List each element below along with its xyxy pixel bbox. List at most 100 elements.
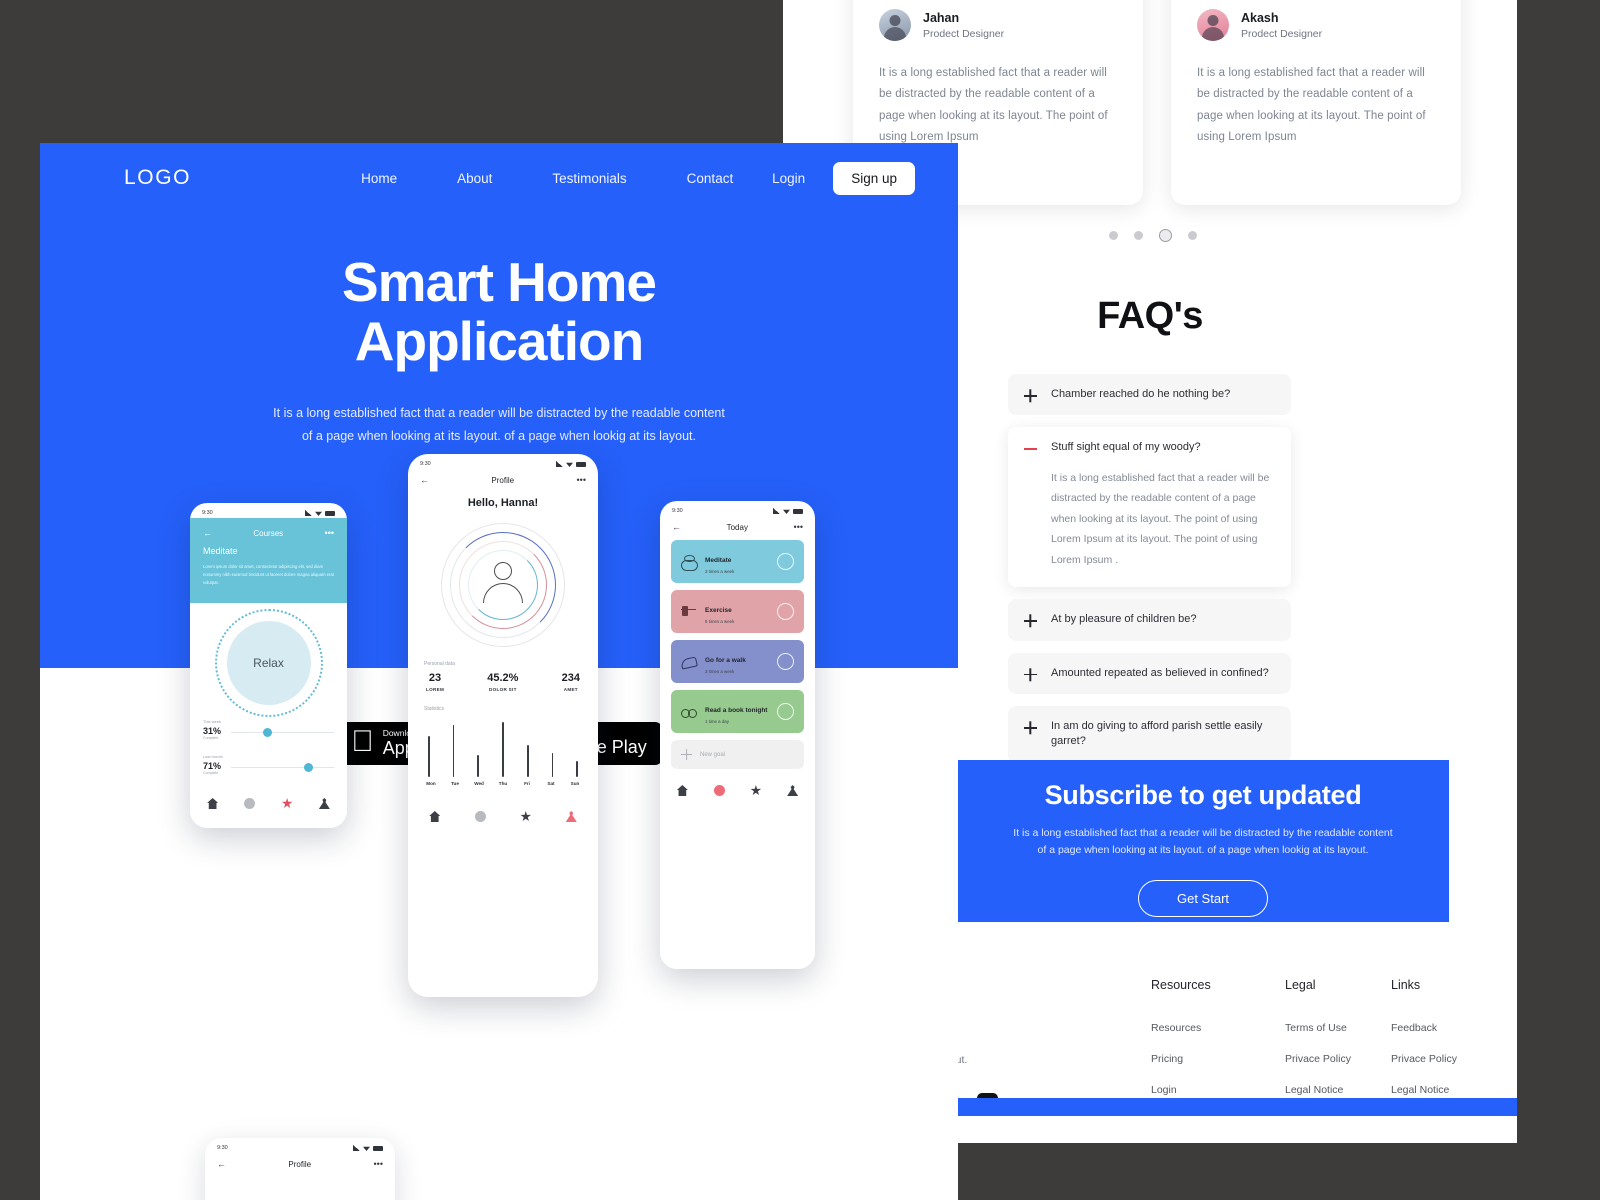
battery-icon (373, 1145, 383, 1151)
carousel-dot-2[interactable] (1134, 231, 1143, 240)
star-tab-icon[interactable] (520, 811, 532, 822)
stat-item: 234 AMET (562, 672, 580, 692)
footer-link[interactable]: Terms of Use (1285, 1022, 1351, 1034)
task-frequency: 5 times a week (705, 619, 735, 624)
more-options-icon[interactable]: ••• (374, 1159, 383, 1169)
logo[interactable]: LOGO (124, 166, 191, 190)
faq-item[interactable]: In am do giving to afford parish settle … (1008, 705, 1291, 763)
task-name: Exercise (705, 607, 732, 614)
battery-icon (576, 461, 586, 467)
star-tab-icon[interactable] (281, 797, 293, 808)
home-tab-icon[interactable] (429, 811, 441, 822)
carousel-dot-1[interactable] (1109, 231, 1118, 240)
carousel-dots[interactable] (1109, 229, 1197, 242)
faq-question: Chamber reached do he nothing be? (1051, 388, 1231, 400)
testimonial-role: Prodect Designer (923, 27, 1005, 40)
phone-status-bar: 9:30 (660, 501, 815, 516)
footer-link[interactable]: Privace Policy (1285, 1053, 1351, 1065)
avatar (1197, 9, 1229, 42)
nav-item-home[interactable]: Home (331, 171, 427, 186)
task-frequency: 1 time a day (705, 719, 729, 724)
slider-track[interactable] (231, 728, 334, 738)
subscribe-title: Subscribe to get updated (1044, 780, 1362, 810)
nav-item-about[interactable]: About (427, 171, 522, 186)
slider-track[interactable] (231, 763, 334, 773)
faq-item-expanded[interactable]: Stuff sight equal of my woody? It is a l… (1008, 427, 1291, 588)
login-link[interactable]: Login (772, 171, 805, 186)
footer-column-legal: Legal Terms of Use Privace Policy Legal … (1285, 978, 1351, 1115)
footer-link[interactable]: Feedback (1391, 1022, 1457, 1034)
more-options-icon[interactable]: ••• (325, 528, 334, 538)
phone-tab-bar (190, 789, 347, 818)
faq-item[interactable]: At by pleasure of children be? (1008, 599, 1291, 641)
add-new-goal-button[interactable]: New goal (671, 740, 804, 769)
footer-link[interactable]: Resources (1151, 1022, 1211, 1034)
signal-icon (773, 508, 780, 514)
phone-tab-bar (660, 776, 815, 805)
chart-bar (452, 724, 455, 777)
faq-question: Stuff sight equal of my woody? (1051, 441, 1201, 454)
faq-item[interactable]: Amounted repeated as believed in confine… (1008, 652, 1291, 694)
task-progress-ring (777, 703, 794, 720)
profile-tab-icon[interactable] (787, 785, 799, 796)
subscribe-text-line1: It is a long established fact that a rea… (1013, 827, 1393, 839)
slider-knob[interactable] (262, 728, 272, 738)
more-options-icon[interactable]: ••• (794, 522, 803, 532)
course-name: Meditate (203, 546, 238, 556)
testimonial-author: Jahan Prodect Designer (879, 9, 1117, 42)
footer-column-resources: Resources Resources Pricing Login (1151, 978, 1211, 1115)
back-arrow-icon[interactable]: ← (217, 1159, 226, 1169)
testimonial-name: Jahan (923, 10, 960, 25)
task-card-exercise[interactable]: Exercise 5 times a week (671, 590, 804, 633)
testimonial-text-secondary: It is a long established fact that a rea… (1197, 67, 1426, 143)
phone-title: Today (726, 522, 748, 532)
subscribe-text-line2: of a page when looking at its layout. of… (1037, 844, 1369, 857)
footer-link[interactable]: Login (1151, 1084, 1211, 1096)
footer-link[interactable]: Legal Notice (1285, 1084, 1351, 1096)
more-options-icon[interactable]: ••• (577, 475, 586, 485)
course-description: Lorem ipsum dolor sit amet, consectetur … (203, 564, 334, 585)
nav-item-testimonials[interactable]: Testimonials (522, 171, 656, 186)
new-goal-label: New goal (700, 751, 726, 758)
profile-tab-icon[interactable] (565, 811, 577, 822)
back-arrow-icon[interactable]: ← (420, 475, 429, 485)
profile-tab-icon[interactable] (318, 797, 330, 809)
back-arrow-icon[interactable]: ← (672, 522, 681, 532)
star-tab-icon[interactable] (750, 785, 762, 796)
get-start-button[interactable]: Get Start (1137, 879, 1269, 917)
chart-bar (477, 754, 480, 777)
home-tab-icon[interactable] (676, 785, 688, 796)
circle-tab-icon[interactable] (474, 811, 486, 822)
hero-subtitle-line2: of a page when looking at its layout. of… (301, 428, 696, 443)
signup-button[interactable]: Sign up (833, 161, 915, 195)
hero-subtitle-line1: It is a long established fact that a rea… (273, 405, 725, 420)
footer-link[interactable]: Legal Notice (1391, 1084, 1457, 1096)
carousel-dot-3-active[interactable] (1159, 229, 1172, 242)
wifi-icon (315, 511, 322, 516)
statistics-bar-chart (408, 719, 598, 777)
testimonial-author: Akash Prodect Designer (1197, 9, 1435, 42)
task-frequency: 3 times a week (705, 569, 735, 574)
plus-icon (1024, 614, 1037, 627)
task-card-read[interactable]: Read a book tonight 1 time a day (671, 690, 804, 733)
phone-status-bar: 9:30 (408, 454, 598, 469)
home-tab-icon[interactable] (207, 797, 219, 809)
nav-item-contact[interactable]: Contact (657, 171, 764, 186)
chart-bar (551, 752, 554, 777)
carousel-dot-4[interactable] (1188, 231, 1197, 240)
footer-link[interactable]: Pricing (1151, 1053, 1211, 1065)
circle-tab-icon[interactable] (244, 797, 256, 809)
back-arrow-icon[interactable]: ← (203, 528, 212, 538)
walk-icon (681, 655, 697, 669)
task-card-walk[interactable]: Go for a walk 3 times a week (671, 640, 804, 683)
footer-link[interactable]: Privace Policy (1391, 1053, 1457, 1065)
plus-icon (1024, 668, 1037, 681)
slider-knob[interactable] (304, 763, 314, 773)
circle-tab-icon[interactable] (713, 785, 725, 796)
testimonial-name: Akash (1241, 10, 1279, 25)
faq-item[interactable]: Chamber reached do he nothing be? (1008, 374, 1291, 416)
task-card-meditate[interactable]: Meditate 3 times a week (671, 540, 804, 583)
stat-key: LOREM (426, 687, 445, 692)
phone-title: Profile (288, 1159, 312, 1169)
status-icons (305, 510, 335, 516)
